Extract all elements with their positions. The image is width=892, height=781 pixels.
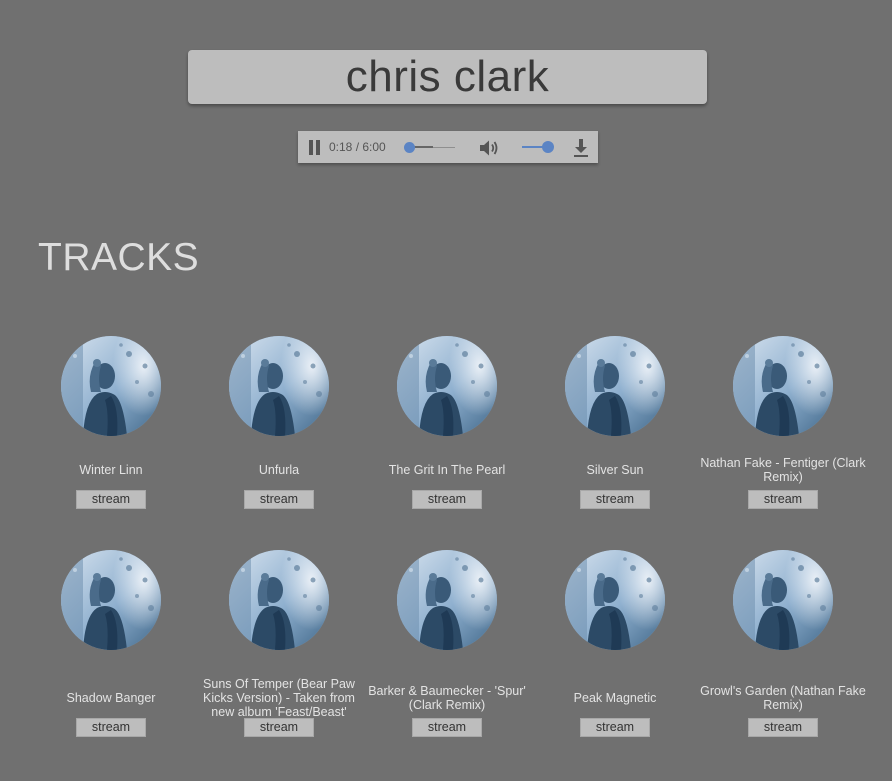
album-art [61, 550, 161, 650]
stream-button[interactable]: stream [244, 490, 314, 509]
time-display: 0:18 / 6:00 [329, 140, 386, 154]
stream-button[interactable]: stream [412, 490, 482, 509]
album-art [229, 550, 329, 650]
volume-icon[interactable] [478, 139, 500, 157]
album-art [733, 550, 833, 650]
stream-button[interactable]: stream [76, 490, 146, 509]
search-input[interactable]: chris clark [346, 55, 550, 99]
stream-button[interactable]: stream [580, 490, 650, 509]
album-art [565, 550, 665, 650]
stream-button[interactable]: stream [244, 718, 314, 737]
download-icon[interactable] [572, 138, 590, 158]
audio-player: 0:18 / 6:00 [298, 131, 598, 163]
stream-button[interactable]: stream [748, 490, 818, 509]
album-art [397, 550, 497, 650]
volume-handle[interactable] [542, 141, 554, 153]
section-title: TRACKS [38, 236, 200, 279]
pause-icon[interactable] [307, 140, 321, 155]
stream-button[interactable]: stream [76, 718, 146, 737]
stream-button[interactable]: stream [580, 718, 650, 737]
stream-button[interactable]: stream [748, 718, 818, 737]
album-art [397, 336, 497, 436]
album-art [229, 336, 329, 436]
album-art [733, 336, 833, 436]
album-art [61, 336, 161, 436]
album-art [565, 336, 665, 436]
progress-handle[interactable] [404, 142, 415, 153]
stream-button[interactable]: stream [412, 718, 482, 737]
search-box[interactable]: chris clark [188, 50, 707, 104]
